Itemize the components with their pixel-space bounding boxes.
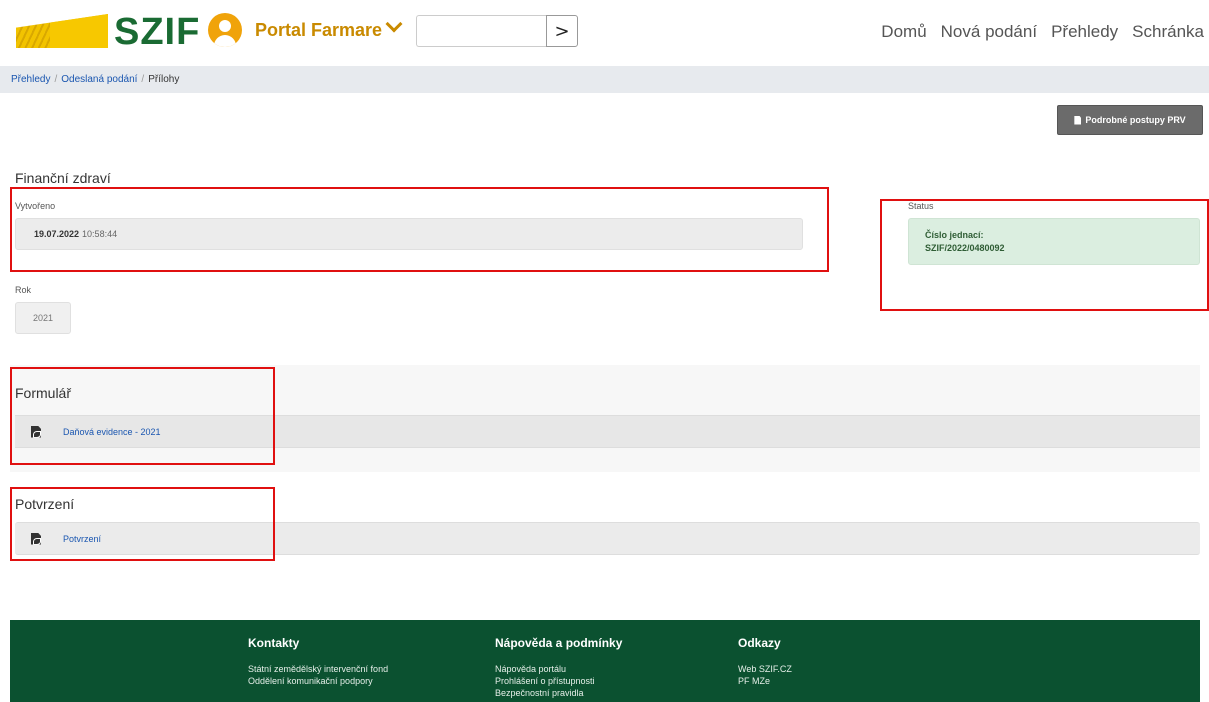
breadcrumb-overviews[interactable]: Přehledy: [11, 74, 50, 85]
breadcrumb-current: Přílohy: [148, 74, 180, 85]
footer: Kontakty Státní zemědělský intervenční f…: [10, 620, 1200, 702]
pdf-icon: [31, 425, 41, 438]
footer-link[interactable]: Oddělení komunikační podpory: [248, 675, 388, 687]
footer-link[interactable]: Web SZIF.CZ: [738, 663, 792, 675]
top-navigation: Domů Nová podání Přehledy Schránka: [881, 22, 1204, 42]
year-label: Rok: [15, 285, 32, 295]
nav-new-submissions[interactable]: Nová podání: [941, 22, 1037, 42]
confirmation-section-title: Potvrzení: [15, 496, 75, 512]
szif-logo-text[interactable]: SZIF: [114, 11, 200, 54]
document-icon: [1074, 115, 1082, 125]
footer-heading: Kontakty: [248, 636, 300, 650]
header: SZIF Portal Farmare > Domů Nová podání P…: [0, 0, 1209, 66]
status-reference-label: Číslo jednací:: [925, 230, 984, 240]
footer-column-contacts: Kontakty Státní zemědělský intervenční f…: [248, 636, 388, 687]
page-title: Finanční zdraví: [15, 170, 111, 186]
status-reference-number: SZIF/2022/0480092: [925, 243, 1005, 253]
detailed-procedures-label: Podrobné postupy PRV: [1085, 115, 1186, 125]
footer-column-help: Nápověda a podmínky Nápověda portálu Pro…: [495, 636, 622, 699]
year-field: 2021: [15, 302, 71, 334]
szif-logo-graphic: [16, 14, 108, 48]
nav-overviews[interactable]: Přehledy: [1051, 22, 1118, 42]
document-link[interactable]: Potvrzení: [63, 534, 101, 544]
footer-link[interactable]: Státní zemědělský intervenční fond: [248, 663, 388, 675]
detailed-procedures-button[interactable]: Podrobné postupy PRV: [1057, 105, 1203, 135]
document-link[interactable]: Daňová evidence - 2021: [63, 427, 161, 437]
pdf-icon: [31, 532, 41, 545]
search-button[interactable]: >: [546, 15, 578, 47]
document-row[interactable]: Daňová evidence - 2021: [15, 415, 1200, 448]
created-time: 10:58:44: [82, 229, 118, 239]
footer-link[interactable]: Bezpečnostní pravidla: [495, 687, 622, 699]
nav-inbox[interactable]: Schránka: [1132, 22, 1204, 42]
chevron-down-icon[interactable]: [385, 15, 403, 33]
user-icon[interactable]: [208, 13, 242, 47]
footer-column-links: Odkazy Web SZIF.CZ PF MZe: [738, 636, 792, 687]
form-section-title: Formulář: [15, 385, 72, 401]
footer-heading: Odkazy: [738, 636, 781, 650]
portal-menu-label[interactable]: Portal Farmare: [255, 20, 382, 41]
created-field: 19.07.2022 10:58:44: [15, 218, 803, 250]
created-label: Vytvořeno: [15, 201, 56, 211]
footer-heading: Nápověda a podmínky: [495, 636, 623, 650]
breadcrumb-sent-submissions[interactable]: Odeslaná podání: [61, 74, 137, 85]
breadcrumb: Přehledy / Odeslaná podání / Přílohy: [0, 66, 1209, 93]
status-label: Status: [908, 201, 934, 211]
search-input[interactable]: [416, 15, 546, 47]
status-badge: Číslo jednací: SZIF/2022/0480092: [908, 218, 1200, 265]
chevron-right-icon: >: [554, 20, 570, 42]
created-date: 19.07.2022: [34, 229, 80, 239]
document-row[interactable]: Potvrzení: [15, 522, 1200, 555]
nav-home[interactable]: Domů: [881, 22, 926, 42]
footer-link[interactable]: PF MZe: [738, 675, 792, 687]
footer-link[interactable]: Nápověda portálu: [495, 663, 622, 675]
footer-link[interactable]: Prohlášení o přístupnosti: [495, 675, 622, 687]
